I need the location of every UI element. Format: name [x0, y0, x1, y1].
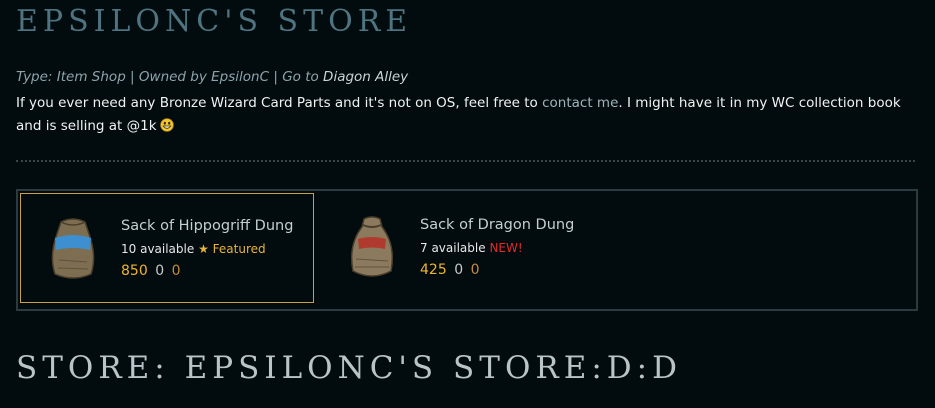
store-footer-title: Store: Epsilonc's Store:D:D — [16, 350, 682, 386]
item-price: 425 0 0 — [420, 262, 479, 278]
new-tag: NEW! — [489, 241, 523, 255]
owner-link[interactable]: EpsilonC — [211, 69, 269, 85]
store-type: Item Shop — [56, 69, 126, 85]
available-count: 10 available — [121, 242, 195, 256]
shop-item[interactable]: Sack of Dragon Dung 7 available NEW! 425… — [320, 193, 614, 303]
owned-prefix: Owned by — [138, 69, 212, 85]
grin-emoji-icon — [159, 117, 174, 132]
item-name[interactable]: Sack of Hippogriff Dung — [121, 218, 293, 234]
dragon-dung-sack-icon — [344, 215, 400, 281]
goto-prefix: Go to — [282, 69, 324, 85]
featured-tag: Featured — [212, 242, 266, 256]
hippogriff-dung-sack-icon — [45, 216, 101, 282]
price-silver: 0 — [155, 263, 165, 279]
price-gold: 425 — [420, 262, 447, 278]
meta-separator: | — [269, 69, 283, 85]
store-meta: Type: Item Shop | Owned by EpsilonC | Go… — [16, 69, 408, 85]
price-gold: 850 — [121, 263, 148, 279]
star-icon: ★ — [198, 242, 209, 256]
item-availability: 10 available ★ Featured — [121, 242, 266, 256]
store-page: Epsilonc's Store Type: Item Shop | Owned… — [0, 0, 935, 408]
item-name[interactable]: Sack of Dragon Dung — [420, 217, 574, 233]
price-bronze: 0 — [470, 262, 480, 278]
price-bronze: 0 — [171, 263, 181, 279]
shop-item[interactable]: Sack of Hippogriff Dung 10 available ★ F… — [20, 193, 314, 303]
available-count: 7 available — [420, 241, 486, 255]
item-price: 850 0 0 — [121, 263, 180, 279]
price-silver: 0 — [454, 262, 464, 278]
description-text: If you ever need any Bronze Wizard Card … — [16, 95, 543, 111]
store-title: Epsilonc's Store — [16, 4, 413, 39]
meta-separator: | — [125, 69, 139, 85]
store-description: If you ever need any Bronze Wizard Card … — [16, 92, 916, 138]
contact-me-link[interactable]: contact me — [542, 95, 618, 111]
item-availability: 7 available NEW! — [420, 241, 523, 255]
section-divider — [16, 160, 915, 162]
shop-items-panel: Sack of Hippogriff Dung 10 available ★ F… — [16, 189, 918, 311]
diagon-alley-link[interactable]: Diagon Alley — [323, 69, 408, 85]
type-prefix: Type: — [16, 69, 57, 85]
